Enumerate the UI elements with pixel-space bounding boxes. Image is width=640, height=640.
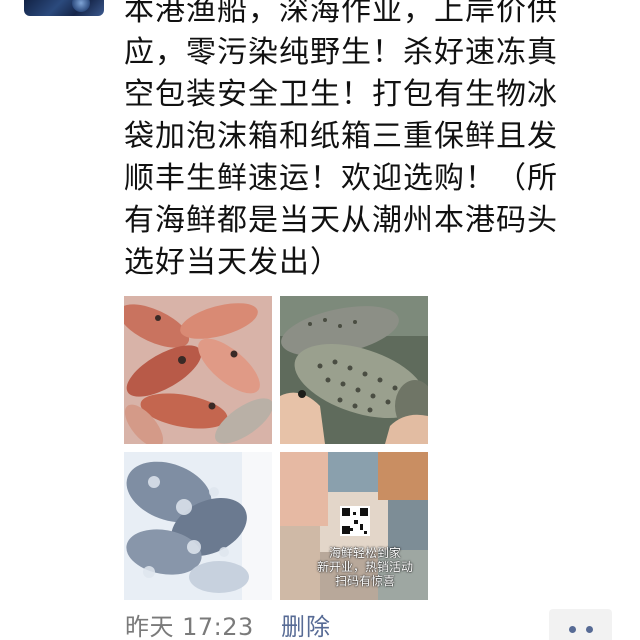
post-text-line: 选好当天发出）	[124, 245, 341, 280]
post-text-line: 顺丰生鲜速运！欢迎选购！（所	[124, 161, 558, 196]
photo-red-fish[interactable]	[124, 296, 272, 444]
post-text-line: 袋加泡沫箱和纸箱三重保鲜且发	[124, 119, 558, 154]
dot	[586, 626, 593, 633]
more-dots-icon	[569, 626, 593, 633]
frozen-fish-image	[124, 452, 272, 600]
post-text-line: 本港渔船，深海作业，上岸价供	[124, 0, 558, 28]
photo-seafood-collage[interactable]: 海鲜轻松到家 新开业，热销活动 扫码有惊喜	[280, 452, 428, 600]
photo-frozen-fish[interactable]	[124, 452, 272, 600]
red-fish-image	[124, 296, 272, 444]
collage-caption-line: 海鲜轻松到家	[328, 546, 401, 560]
post-text-line: 有海鲜都是当天从潮州本港码头	[124, 203, 558, 238]
post-timestamp: 昨天 17:23	[125, 613, 254, 640]
post-text: 本港渔船，深海作业，上岸价供 应，零污染纯野生！杀好速冻真 空包装安全卫生！打包…	[124, 0, 624, 284]
photo-grouper-in-hand[interactable]	[280, 296, 428, 444]
post-text-line: 空包装安全卫生！打包有生物冰	[124, 77, 558, 112]
dot	[569, 626, 576, 633]
collage-caption-line: 新开业，热销活动	[316, 560, 413, 574]
collage-caption-line: 扫码有惊喜	[334, 574, 395, 588]
grouper-image	[280, 296, 428, 444]
avatar-highlight	[72, 0, 90, 12]
avatar[interactable]	[24, 0, 104, 16]
more-button[interactable]	[549, 609, 612, 640]
delete-link[interactable]: 删除	[281, 610, 331, 640]
post-text-line: 应，零污染纯野生！杀好速冻真	[124, 35, 558, 70]
